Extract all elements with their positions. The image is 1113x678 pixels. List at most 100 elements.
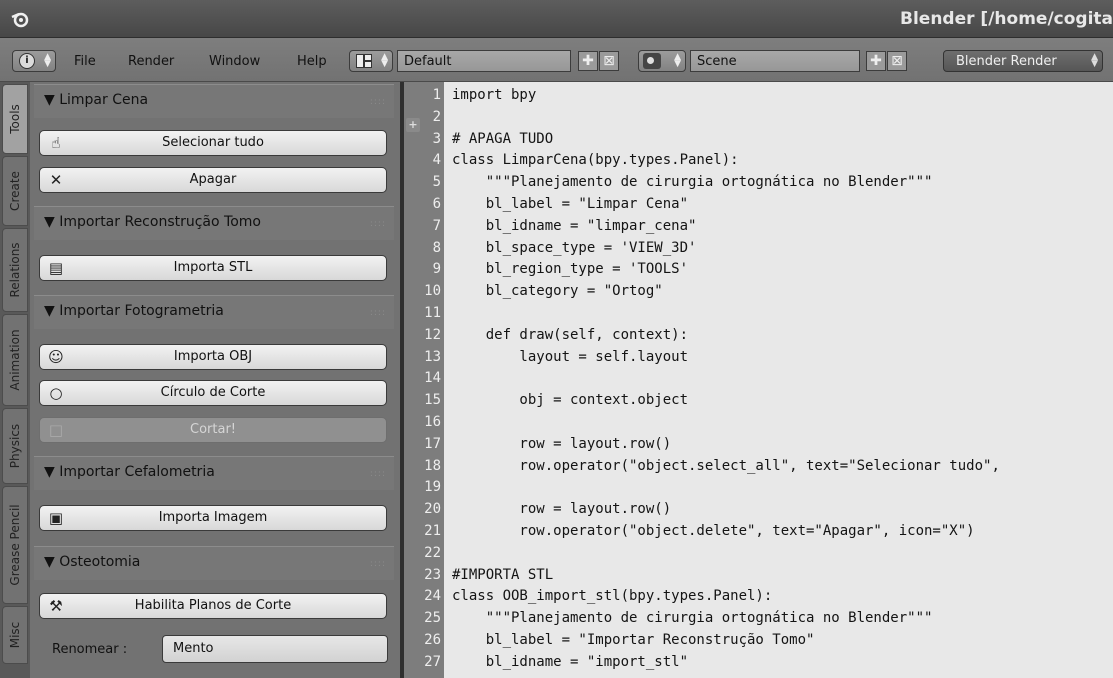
panel-header-limpar-cena[interactable]: ▼ Limpar Cena :::: [34,84,394,118]
drag-handle-icon[interactable]: :::: [370,219,386,229]
line-number: 24 [424,588,441,605]
add-layout-icon[interactable]: ✚ [578,51,598,71]
code-line[interactable]: 14 [404,367,1113,389]
button-label: Selecionar tudo [162,135,264,150]
code-text[interactable]: class LimparCena(bpy.types.Panel): [452,149,739,171]
tab-relations[interactable]: Relations [2,228,28,312]
code-line[interactable]: 2 [404,106,1113,128]
line-number: 12 [424,326,441,343]
code-line[interactable]: 27 bl_idname = "import_stl" [404,651,1113,673]
panel-header-importar-cefalometria[interactable]: ▼ Importar Cefalometria :::: [34,456,394,490]
code-text[interactable]: bl_idname = "import_stl" [452,651,688,673]
remove-layout-icon[interactable]: ⊠ [599,51,619,71]
code-line[interactable]: 16 [404,411,1113,433]
panel-header-osteotomia[interactable]: ▼ Osteotomia :::: [34,546,394,580]
tab-create[interactable]: Create [2,156,28,226]
code-text[interactable]: """Planejamento de cirurgia ortognática … [452,171,933,193]
scene-name-field[interactable]: Scene [690,50,860,72]
code-text[interactable]: bl_idname = "limpar_cena" [452,215,697,237]
tab-tools[interactable]: Tools [2,84,28,154]
code-text[interactable]: bl_space_type = 'VIEW_3D' [452,237,697,259]
code-line[interactable]: 17 row = layout.row() [404,433,1113,455]
code-text[interactable]: row = layout.row() [452,498,671,520]
info-icon: i [19,53,35,69]
drag-handle-icon[interactable]: :::: [370,469,386,479]
code-text[interactable]: row.operator("object.delete", text="Apag… [452,520,974,542]
importa-obj-button[interactable]: ☺ Importa OBJ [39,344,387,370]
code-line[interactable]: 22 [404,542,1113,564]
code-text[interactable]: #IMPORTA STL [452,564,553,586]
code-text[interactable]: """Planejamento de cirurgia ortognática … [452,607,933,629]
screen-layout-field[interactable]: Default [397,50,571,72]
cortar-button[interactable]: □ Cortar! [39,417,387,443]
code-text[interactable]: bl_region_type = 'TOOLS' [452,258,688,280]
menu-window[interactable]: Window [209,54,260,69]
editor-type-button[interactable]: i ▲ ▼ [12,50,56,72]
add-scene-icon[interactable]: ✚ [866,51,886,71]
drag-handle-icon[interactable]: :::: [370,97,386,107]
code-text[interactable]: bl_label = "Importar Reconstrução Tomo" [452,629,815,651]
circulo-de-corte-button[interactable]: ○ Círculo de Corte [39,380,387,406]
tab-misc[interactable]: Misc [2,606,28,664]
code-line[interactable]: 24 class OOB_import_stl(bpy.types.Panel): [404,585,1113,607]
button-label: Importa OBJ [173,349,253,364]
drag-handle-icon[interactable]: :::: [370,308,386,318]
scene-selector-button[interactable]: ▲ ▼ [638,50,686,72]
code-line[interactable]: 12 def draw(self, context): [404,324,1113,346]
drag-handle-icon[interactable]: :::: [370,559,386,569]
selecionar-tudo-button[interactable]: ☝ Selecionar tudo [39,130,387,156]
render-engine-select[interactable]: Blender Render ▲ ▼ [943,50,1103,72]
importa-imagem-button[interactable]: ▣ Importa Imagem [39,505,387,531]
button-label: Cortar! [190,422,236,437]
updown-arrows-icon: ▲ ▼ [674,52,681,69]
code-text[interactable]: layout = self.layout [452,346,688,368]
code-text[interactable]: obj = context.object [452,389,688,411]
screen-layout-button[interactable]: ▲ ▼ [349,50,393,72]
code-line[interactable]: 1 import bpy [404,84,1113,106]
code-line[interactable]: 13 layout = self.layout [404,346,1113,368]
code-line[interactable]: 23 #IMPORTA STL [404,564,1113,586]
code-line[interactable]: 18 row.operator("object.select_all", tex… [404,455,1113,477]
rename-input[interactable]: Mento [162,635,388,663]
code-text[interactable]: def draw(self, context): [452,324,688,346]
code-line[interactable]: 15 obj = context.object [404,389,1113,411]
code-line[interactable]: 25 """Planejamento de cirurgia ortognáti… [404,607,1113,629]
code-line[interactable]: 5 """Planejamento de cirurgia ortognátic… [404,171,1113,193]
code-line[interactable]: 4 class LimparCena(bpy.types.Panel): [404,149,1113,171]
code-text[interactable]: bl_category = "Ortog" [452,280,663,302]
code-text[interactable]: row.operator("object.select_all", text="… [452,455,999,477]
tab-grease-pencil[interactable]: Grease Pencil [2,486,28,604]
line-number: 26 [424,632,441,648]
code-line[interactable]: 7 bl_idname = "limpar_cena" [404,215,1113,237]
code-text[interactable]: bl_label = "Limpar Cena" [452,193,688,215]
text-editor[interactable]: 1 import bpy 2 3 # APAGA TUDO 4 class LimparCe… [404,82,1113,678]
menu-file[interactable]: File [74,54,96,69]
code-text[interactable]: import bpy [452,84,536,106]
tab-physics[interactable]: Physics [2,408,28,484]
menu-render[interactable]: Render [128,54,174,69]
remove-scene-icon[interactable]: ⊠ [887,51,907,71]
code-line[interactable]: 19 [404,476,1113,498]
panel-header-importar-tomo[interactable]: ▼ Importar Reconstrução Tomo :::: [34,206,394,240]
code-line[interactable]: 20 row = layout.row() [404,498,1113,520]
code-line[interactable]: 11 [404,302,1113,324]
code-line[interactable]: 26 bl_label = "Importar Reconstrução Tom… [404,629,1113,651]
habilita-planos-button[interactable]: ⚒ Habilita Planos de Corte [39,593,387,619]
code-line[interactable]: 3 # APAGA TUDO [404,128,1113,150]
expand-region-icon[interactable]: + [406,118,420,132]
panel-title: ▼ Limpar Cena [44,92,149,108]
tab-animation[interactable]: Animation [2,314,28,406]
menu-help[interactable]: Help [297,54,327,69]
importa-stl-button[interactable]: ▤ Importa STL [39,255,387,281]
circle-icon: ○ [49,384,63,402]
code-text[interactable]: row = layout.row() [452,433,671,455]
code-text[interactable]: # APAGA TUDO [452,128,553,150]
code-line[interactable]: 21 row.operator("object.delete", text="A… [404,520,1113,542]
code-line[interactable]: 8 bl_space_type = 'VIEW_3D' [404,237,1113,259]
panel-header-importar-fotogrametria[interactable]: ▼ Importar Fotogrametria :::: [34,295,394,329]
code-text[interactable]: class OOB_import_stl(bpy.types.Panel): [452,585,772,607]
apagar-button[interactable]: ✕ Apagar [39,167,387,193]
code-line[interactable]: 6 bl_label = "Limpar Cena" [404,193,1113,215]
code-line[interactable]: 9 bl_region_type = 'TOOLS' [404,258,1113,280]
code-line[interactable]: 10 bl_category = "Ortog" [404,280,1113,302]
